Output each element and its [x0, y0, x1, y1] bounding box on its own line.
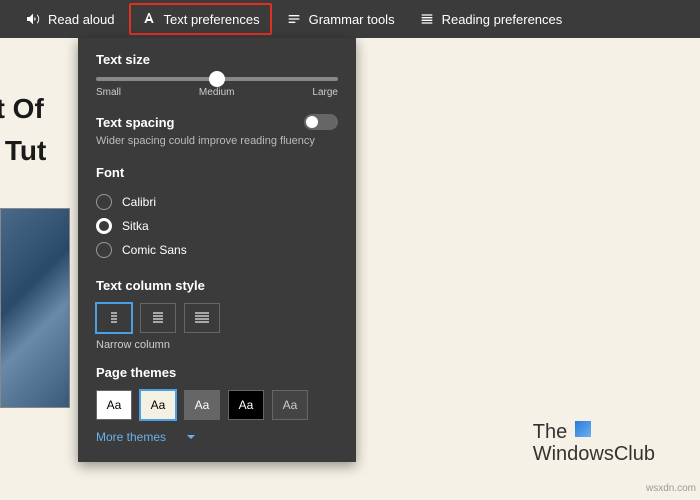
text-size-label: Text size — [96, 52, 338, 67]
watermark: wsxdn.com — [646, 483, 696, 494]
radio-icon — [96, 242, 112, 258]
page-theme-options: Aa Aa Aa Aa Aa — [96, 390, 338, 420]
read-aloud-button[interactable]: Read aloud — [15, 5, 125, 33]
reading-preferences-button[interactable]: Reading preferences — [409, 5, 573, 33]
grammar-icon — [286, 11, 302, 27]
read-aloud-icon — [25, 11, 41, 27]
font-option-comic-sans[interactable]: Comic Sans — [96, 238, 338, 262]
slider-labels: Small Medium Large — [96, 87, 338, 98]
more-themes-link[interactable]: More themes — [96, 430, 338, 444]
theme-option-0[interactable]: Aa — [96, 390, 132, 420]
grammar-tools-button[interactable]: Grammar tools — [276, 5, 405, 33]
text-preferences-panel: Text size Small Medium Large Text spacin… — [78, 38, 356, 462]
text-spacing-toggle[interactable] — [304, 114, 338, 130]
text-preferences-label: Text preferences — [164, 12, 260, 27]
font-option-sitka[interactable]: Sitka — [96, 214, 338, 238]
column-medium-icon — [150, 311, 166, 325]
theme-option-1[interactable]: Aa — [140, 390, 176, 420]
column-style-caption: Narrow column — [96, 339, 338, 351]
reading-preferences-label: Reading preferences — [442, 12, 563, 27]
article-image — [0, 208, 70, 408]
text-spacing-label: Text spacing — [96, 115, 175, 130]
theme-option-2[interactable]: Aa — [184, 390, 220, 420]
text-size-slider[interactable] — [96, 77, 338, 81]
font-option-calibri[interactable]: Calibri — [96, 190, 338, 214]
font-label: Font — [96, 165, 338, 180]
text-icon — [141, 11, 157, 27]
radio-icon — [96, 194, 112, 210]
column-style-label: Text column style — [96, 278, 338, 293]
column-style-options — [96, 303, 338, 333]
column-narrow-button[interactable] — [96, 303, 132, 333]
text-preferences-button[interactable]: Text preferences — [129, 3, 272, 35]
page-themes-label: Page themes — [96, 365, 338, 380]
reading-icon — [419, 11, 435, 27]
column-wide-icon — [194, 311, 210, 325]
theme-option-3[interactable]: Aa — [228, 390, 264, 420]
theme-option-4[interactable]: Aa — [272, 390, 308, 420]
brand-square-icon — [575, 421, 591, 437]
article-text: st Of o Tut — [0, 88, 46, 172]
column-narrow-icon — [106, 311, 122, 325]
brand-logo: The WindowsClub — [533, 421, 655, 465]
column-medium-button[interactable] — [140, 303, 176, 333]
chevron-down-icon — [186, 432, 196, 442]
column-wide-button[interactable] — [184, 303, 220, 333]
grammar-tools-label: Grammar tools — [309, 12, 395, 27]
toolbar: Read aloud Text preferences Grammar tool… — [0, 0, 700, 38]
read-aloud-label: Read aloud — [48, 12, 115, 27]
font-radio-group: Calibri Sitka Comic Sans — [96, 190, 338, 262]
radio-icon — [96, 218, 112, 234]
text-spacing-description: Wider spacing could improve reading flue… — [96, 134, 338, 149]
